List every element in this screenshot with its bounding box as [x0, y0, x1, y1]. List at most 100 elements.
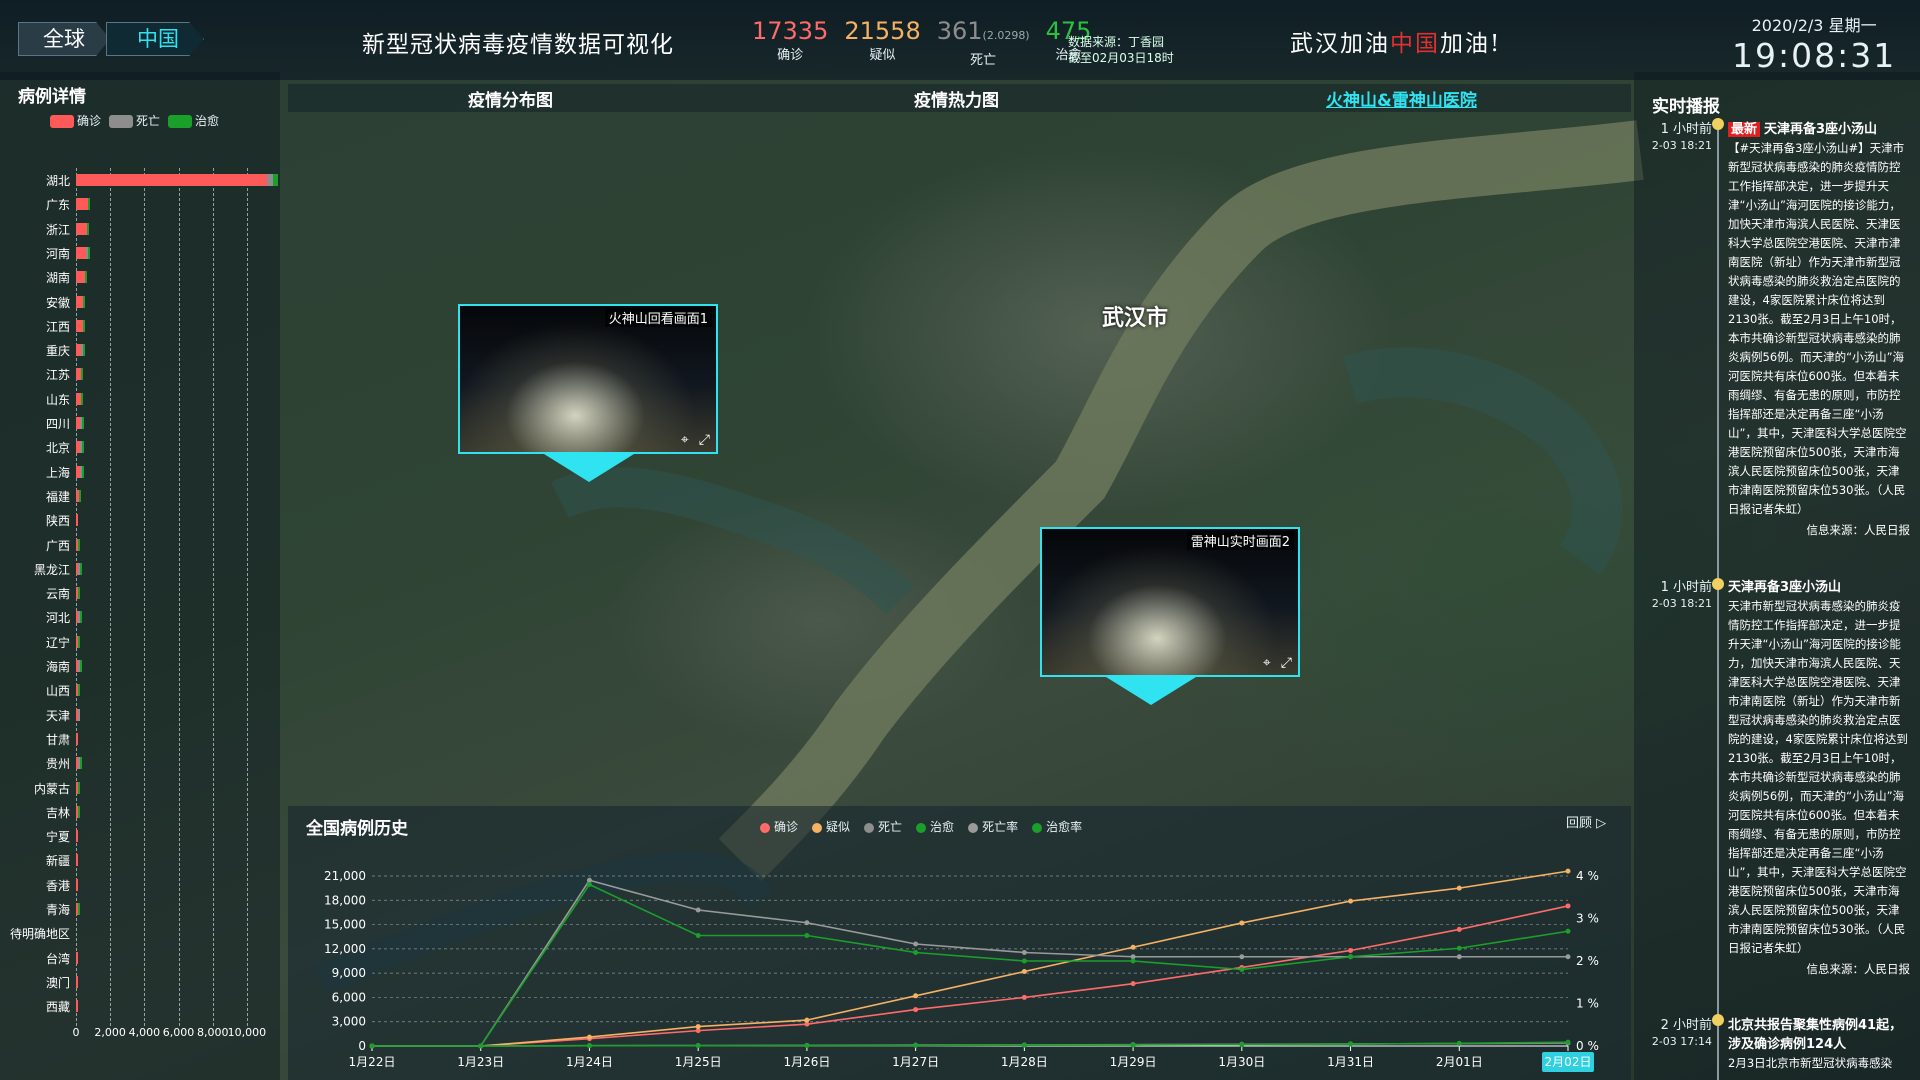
bar-确诊[interactable]	[76, 878, 78, 891]
bar-治愈[interactable]	[80, 562, 83, 575]
tab-heatmap[interactable]: 疫情热力图	[914, 86, 999, 111]
x-tick-label: 6,000	[162, 1026, 195, 1039]
legend-swatch	[109, 115, 134, 128]
fullscreen-icon[interactable]: ⤢	[1281, 655, 1292, 671]
bar-治愈[interactable]	[87, 222, 90, 235]
bar-治愈[interactable]	[87, 246, 90, 259]
news-time: 1 小时前 2-03 18:21	[1636, 580, 1712, 612]
bar-确诊[interactable]	[76, 198, 88, 211]
legend-dead[interactable]: 死亡	[109, 112, 160, 129]
stat-dead: 361(2.0298) 死亡	[937, 18, 1030, 68]
stat-suspected: 21558 疑似	[844, 18, 920, 68]
data-point-死亡率	[1021, 950, 1027, 955]
fullscreen-icon[interactable]: ⤢	[699, 432, 710, 448]
x-tick-label: 2月01日	[1436, 1055, 1483, 1069]
bar-治愈[interactable]	[84, 271, 87, 284]
data-point-治愈率	[695, 933, 701, 938]
bar-治愈[interactable]	[82, 319, 85, 332]
province-label: 贵州	[45, 757, 70, 772]
bar-治愈[interactable]	[81, 441, 84, 454]
stat-value: 361	[936, 17, 983, 45]
location-icon[interactable]: ⌖	[1263, 655, 1271, 671]
huoshenshan-camera-popup[interactable]: 火神山回看画面1 ⌖ ⤢	[458, 304, 718, 482]
news-body: 【#天津再备3座小汤山#】天津市新型冠状病毒感染的肺炎疫情防控工作指挥部决定，进…	[1728, 141, 1907, 516]
bar-确诊[interactable]	[76, 854, 78, 867]
bar-治愈[interactable]	[78, 538, 81, 551]
news-time: 1 小时前 2-03 18:21	[1636, 122, 1712, 154]
news-item[interactable]: 最新 天津再备3座小汤山 【#天津再备3座小汤山#】天津市新型冠状病毒感染的肺炎疫…	[1728, 120, 1910, 540]
bar-确诊[interactable]	[76, 271, 85, 284]
bar-治愈[interactable]	[80, 660, 82, 672]
bar-确诊[interactable]	[76, 830, 78, 843]
news-item[interactable]: 天津再备3座小汤山 天津市新型冠状病毒感染的肺炎疫情防控工作指挥部决定，进一步提…	[1728, 578, 1910, 979]
camera-feed[interactable]	[1042, 529, 1298, 675]
data-point-治愈	[804, 1043, 810, 1049]
bar-治愈[interactable]	[78, 684, 80, 697]
data-point-治愈率	[1239, 967, 1245, 972]
location-icon[interactable]: ⌖	[681, 432, 689, 448]
bar-治愈[interactable]	[81, 465, 84, 478]
bar-治愈[interactable]	[78, 587, 80, 600]
grid-line	[246, 168, 248, 1026]
bar-治愈[interactable]	[78, 805, 80, 818]
bar-确诊[interactable]	[76, 246, 86, 259]
bar-治愈[interactable]	[80, 757, 82, 770]
stat-label: 确诊	[777, 48, 804, 63]
bar-治愈[interactable]	[78, 903, 80, 915]
bar-治愈[interactable]	[78, 781, 80, 794]
city-label: 武汉市	[1102, 306, 1169, 331]
scope-china-button[interactable]: 中国	[106, 22, 204, 56]
leishenshan-camera-popup[interactable]: 雷神山实时画面2 ⌖ ⤢	[1040, 527, 1300, 705]
replay-button[interactable]: 回顾 ▷	[1566, 812, 1606, 831]
tab-hospitals[interactable]: 火神山&雷神山医院	[1326, 86, 1477, 111]
bar-确诊[interactable]	[76, 732, 78, 745]
data-point-治愈率	[586, 882, 592, 887]
province-label: 广西	[45, 538, 70, 553]
x-tick-label: 8,000	[196, 1026, 229, 1039]
data-point-确诊	[1456, 926, 1462, 932]
camera-caption: 火神山回看画面1	[604, 308, 712, 327]
data-point-治愈率	[1021, 958, 1027, 964]
data-point-死亡率	[913, 941, 919, 947]
province-label: 安徽	[45, 295, 70, 310]
data-point-疑似	[1348, 898, 1354, 904]
grid-line	[144, 168, 146, 1026]
bar-治愈[interactable]	[80, 368, 83, 381]
bar-确诊[interactable]	[76, 295, 83, 308]
bar-确诊[interactable]	[76, 319, 83, 332]
bar-治愈[interactable]	[82, 295, 85, 308]
news-source: 信息来源：人民日报	[1806, 962, 1911, 976]
data-point-治愈率	[1565, 928, 1571, 934]
data-point-确诊	[1348, 947, 1354, 953]
tab-distribution[interactable]: 疫情分布图	[468, 86, 553, 111]
data-point-治愈	[1348, 1041, 1354, 1047]
news-item[interactable]: 北京共报告聚集性病例41起，涉及确诊病例124人 2月3日北京市新型冠状病毒感染	[1728, 1016, 1910, 1080]
data-point-疑似	[1239, 920, 1245, 926]
bar-确诊[interactable]	[76, 975, 78, 988]
bar-治愈[interactable]	[78, 635, 80, 648]
bar-治愈[interactable]	[87, 198, 90, 211]
legend-cured[interactable]: 治愈	[168, 112, 219, 129]
bar-确诊[interactable]	[76, 514, 79, 527]
scope-global-button[interactable]: 全球	[18, 22, 110, 56]
bar-治愈[interactable]	[80, 392, 83, 405]
camera-caption: 雷神山实时画面2	[1186, 531, 1294, 550]
bar-确诊[interactable]	[76, 951, 78, 964]
bar-治愈[interactable]	[273, 174, 279, 186]
bar-确诊[interactable]	[76, 1000, 78, 1013]
camera-feed[interactable]	[460, 306, 716, 452]
province-label: 重庆	[45, 344, 70, 359]
grid-line	[212, 168, 214, 1026]
bar-治愈[interactable]	[83, 344, 86, 357]
bar-确诊[interactable]	[76, 174, 268, 186]
bar-治愈[interactable]	[81, 417, 84, 429]
data-point-死亡率	[695, 907, 701, 913]
update-line: 截至02月03日18时	[1068, 51, 1174, 65]
bar-治愈[interactable]	[80, 611, 82, 624]
bar-死亡[interactable]	[78, 708, 80, 721]
bar-确诊[interactable]	[76, 222, 88, 235]
y-tick-label: 9,000	[332, 966, 366, 980]
bar-治愈[interactable]	[79, 489, 82, 502]
legend-confirmed[interactable]: 确诊	[50, 112, 101, 129]
x-tick-label: 1月25日	[675, 1055, 722, 1069]
